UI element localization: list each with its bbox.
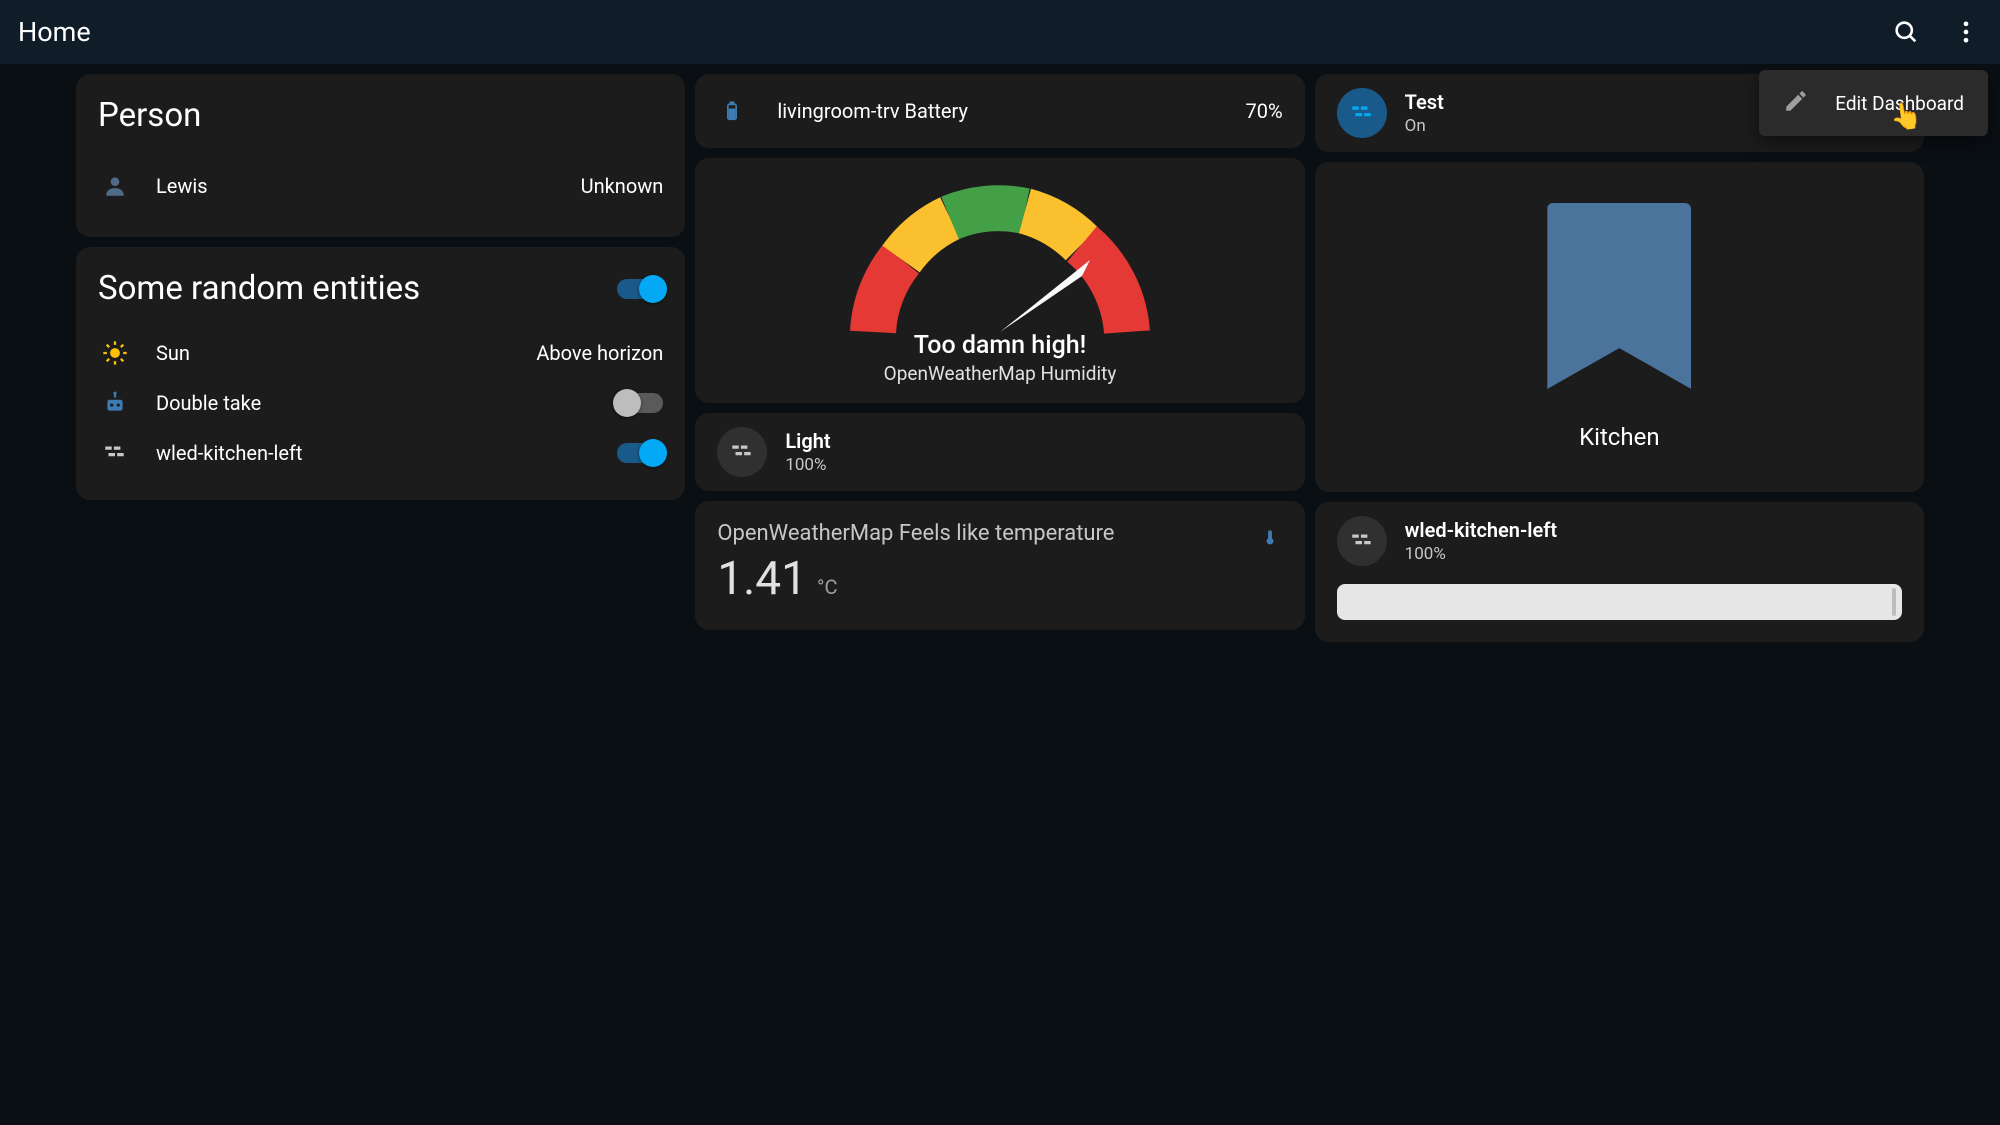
light-brightness: 100% [785,455,830,475]
temperature-card[interactable]: OpenWeatherMap Feels like temperature 1.… [695,501,1304,630]
area-card[interactable]: Kitchen [1315,162,1924,492]
entity-value: Above horizon [536,341,663,365]
person-icon [98,169,132,203]
wled-icon [98,436,132,470]
entity-label: Sun [156,341,190,365]
entity-toggle[interactable] [617,443,663,463]
wled-icon [717,427,767,477]
wled-name: wled-kitchen-left [1405,518,1557,542]
person-card-title: Person [98,96,663,135]
entities-header-toggle[interactable] [617,279,663,299]
entity-row-doubletake[interactable]: Double take [98,378,663,428]
brightness-slider[interactable] [1337,584,1902,620]
battery-label: livingroom-trv Battery [777,99,968,123]
temperature-unit: °C [817,575,838,599]
battery-icon [717,96,747,126]
menu-item-edit-dashboard[interactable]: Edit Dashboard [1835,92,1964,115]
page-title: Home [18,16,91,48]
overflow-menu: Edit Dashboard [1759,70,1988,136]
entity-row-wled[interactable]: wled-kitchen-left [98,428,663,478]
wled-brightness: 100% [1405,544,1557,564]
search-icon [1892,18,1920,46]
entities-card: Some random entities Sun Above horizon D… [76,247,685,500]
entities-card-title: Some random entities [98,269,420,308]
person-row[interactable]: Lewis Unknown [98,161,663,211]
entity-toggle[interactable] [617,393,663,413]
wled-icon [1337,516,1387,566]
pencil-icon [1783,88,1809,118]
area-label: Kitchen [1579,423,1660,451]
temperature-title: OpenWeatherMap Feels like temperature [717,521,1282,546]
entity-label: Double take [156,391,261,415]
gauge-subcaption: OpenWeatherMap Humidity [884,362,1117,385]
test-state: On [1405,116,1444,136]
dots-vertical-icon [1952,18,1980,46]
light-name: Light [785,429,830,453]
battery-card[interactable]: livingroom-trv Battery 70% [695,74,1304,148]
gauge-icon [850,182,1150,342]
entity-label: wled-kitchen-left [156,441,302,465]
slider-thumb[interactable] [1892,588,1896,616]
robot-icon [98,386,132,420]
person-name: Lewis [156,174,208,198]
test-name: Test [1405,90,1444,114]
wled-light-card: wled-kitchen-left 100% [1315,502,1924,642]
bookmark-icon [1547,203,1691,389]
gauge-card[interactable]: Too damn high! OpenWeatherMap Humidity [695,158,1304,403]
entity-row-sun[interactable]: Sun Above horizon [98,328,663,378]
battery-value: 70% [1246,99,1283,123]
app-header: Home [0,0,2000,64]
light-card[interactable]: Light 100% [695,413,1304,491]
person-state: Unknown [581,174,664,198]
person-card: Person Lewis Unknown [76,74,685,237]
wled-icon [1337,88,1387,138]
wled-light-header[interactable]: wled-kitchen-left 100% [1337,516,1902,566]
temperature-value: 1.41 [717,552,807,606]
thermometer-icon [1261,523,1279,555]
overflow-menu-button[interactable] [1950,16,1982,48]
sun-icon [98,336,132,370]
search-button[interactable] [1890,16,1922,48]
